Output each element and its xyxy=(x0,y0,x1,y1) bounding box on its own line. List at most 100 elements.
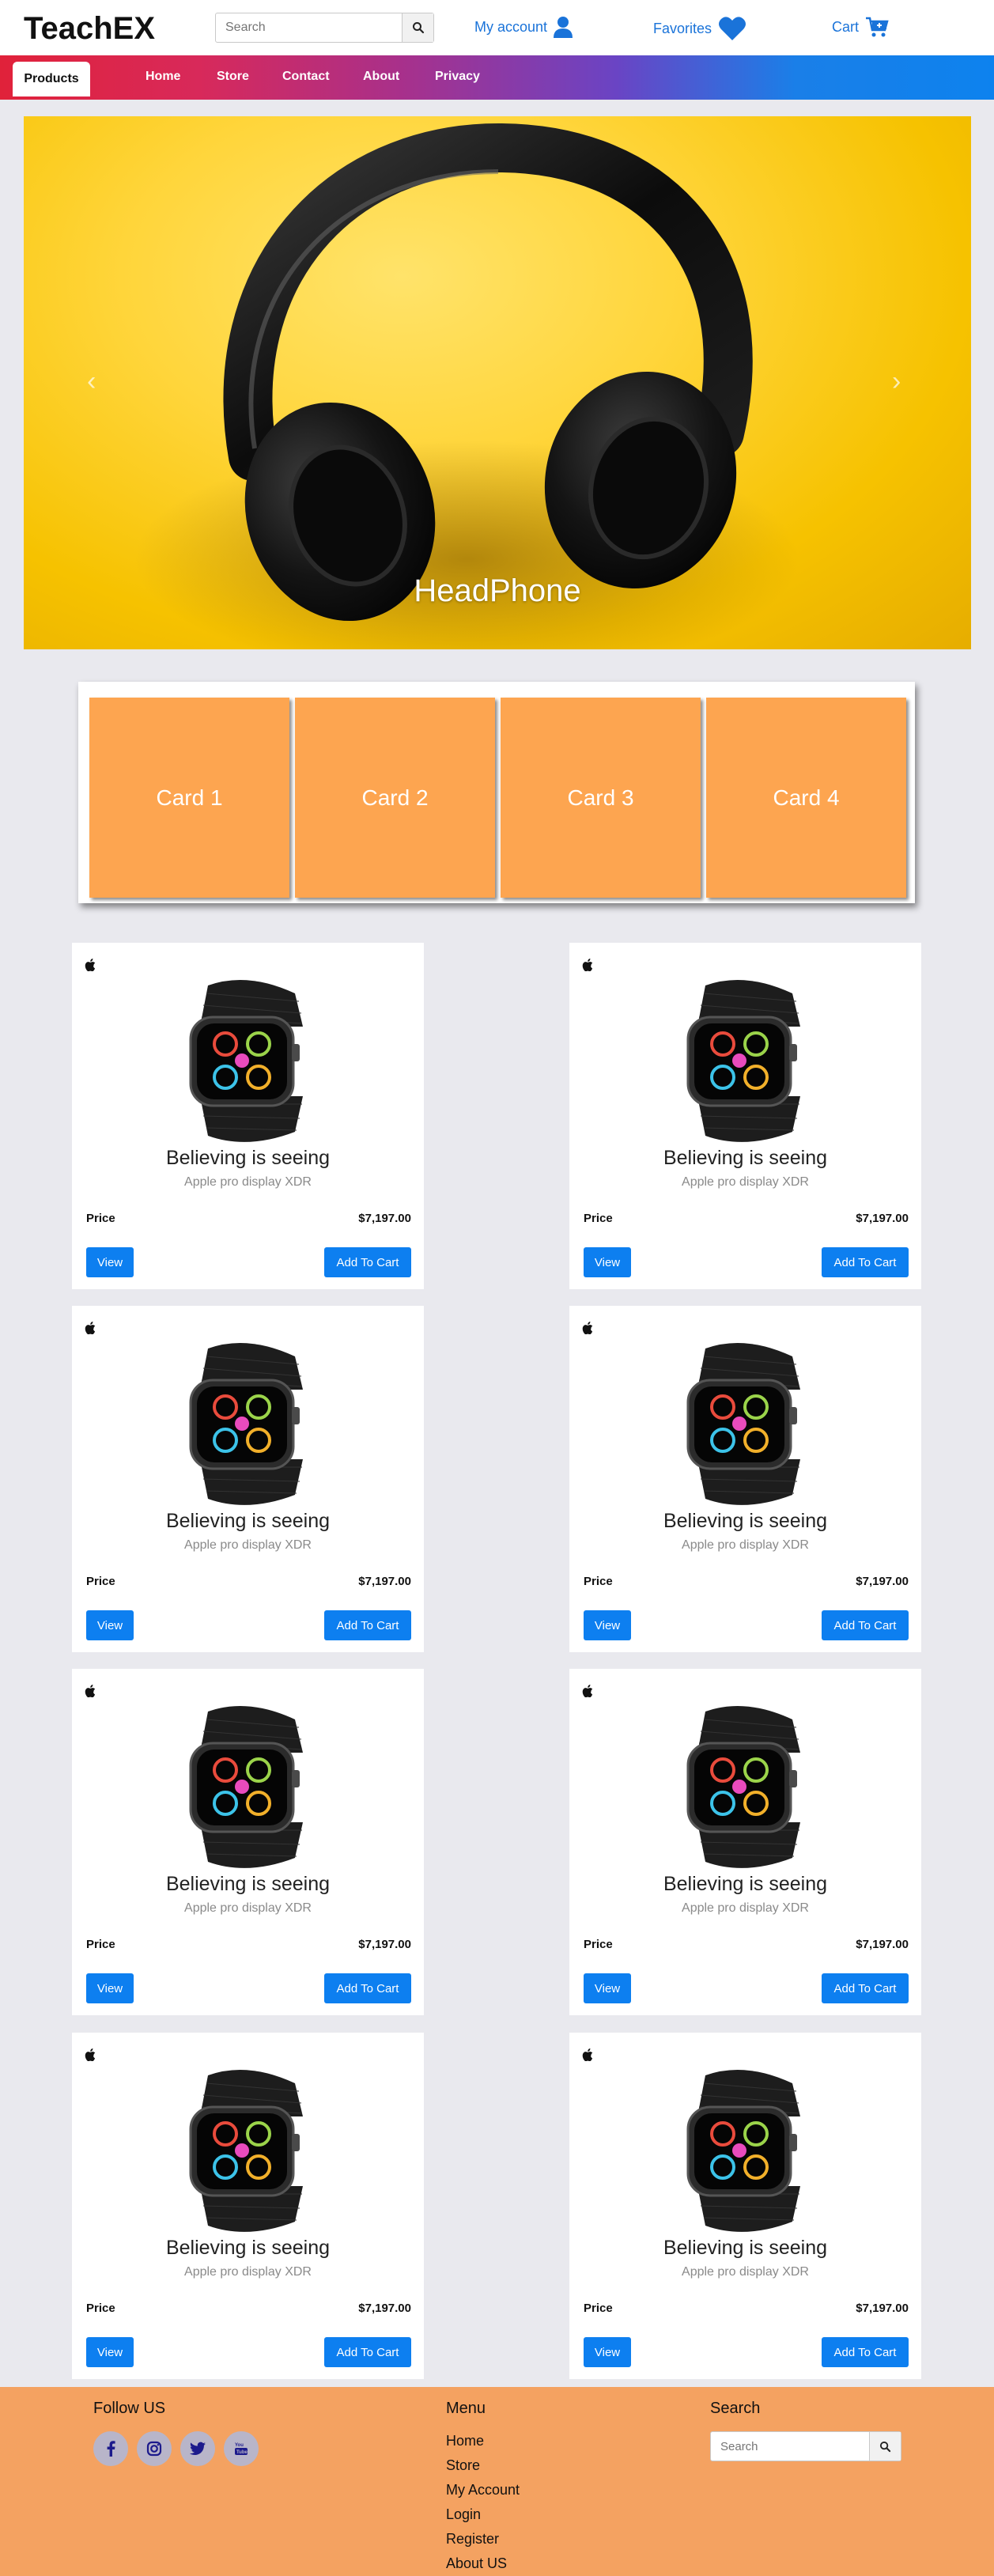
footer-link-home[interactable]: Home xyxy=(446,2433,520,2457)
carousel-prev-icon[interactable]: ‹ xyxy=(87,366,96,397)
follow-us-heading: Follow US xyxy=(93,2400,166,2417)
apple-logo-icon xyxy=(582,1685,593,1697)
view-button[interactable]: View xyxy=(86,1973,134,2003)
price-value: $7,197.00 xyxy=(358,2302,411,2315)
favorites-label: Favorites xyxy=(653,20,712,36)
add-to-cart-button[interactable]: Add To Cart xyxy=(822,1610,909,1640)
nav-item-about[interactable]: About xyxy=(363,70,399,84)
instagram-button[interactable] xyxy=(137,2431,172,2466)
add-to-cart-button[interactable]: Add To Cart xyxy=(324,1973,411,2003)
price-label: Price xyxy=(584,1575,613,1588)
product-card: Believing is seeing Apple pro display XD… xyxy=(72,943,424,1289)
view-button[interactable]: View xyxy=(584,2337,631,2367)
nav-item-home[interactable]: Home xyxy=(146,70,180,84)
footer-search-input[interactable] xyxy=(711,2432,869,2461)
favorites-link[interactable]: Favorites xyxy=(653,16,746,41)
youtube-button[interactable]: You Tube xyxy=(224,2431,259,2466)
product-subtitle: Apple pro display XDR xyxy=(682,1538,809,1552)
add-to-cart-button[interactable]: Add To Cart xyxy=(324,2337,411,2367)
carousel-next-icon[interactable]: › xyxy=(892,366,901,397)
my-account-link[interactable]: My account xyxy=(474,16,573,38)
card-4[interactable]: Card 4 xyxy=(706,698,906,898)
price-label: Price xyxy=(584,1938,613,1951)
product-subtitle: Apple pro display XDR xyxy=(682,2265,809,2279)
add-to-cart-button[interactable]: Add To Cart xyxy=(822,1247,909,1277)
twitter-button[interactable] xyxy=(180,2431,215,2466)
product-title: Believing is seeing xyxy=(663,1510,828,1532)
footer-search-button[interactable] xyxy=(869,2432,901,2461)
add-to-cart-button[interactable]: Add To Cart xyxy=(822,2337,909,2367)
product-subtitle: Apple pro display XDR xyxy=(184,2265,312,2279)
product-card: Believing is seeing Apple pro display XD… xyxy=(569,1669,921,2015)
price-value: $7,197.00 xyxy=(856,1575,909,1588)
product-card: Believing is seeing Apple pro display XD… xyxy=(72,1306,424,1652)
product-title: Believing is seeing xyxy=(165,1873,331,1895)
footer-link-register[interactable]: Register xyxy=(446,2531,520,2555)
hero-carousel: ‹ › HeadPhone xyxy=(24,116,971,649)
nav-item-store[interactable]: Store xyxy=(217,70,249,84)
view-button[interactable]: View xyxy=(584,1247,631,1277)
footer-link-about-us[interactable]: About US xyxy=(446,2555,520,2576)
watch-image xyxy=(189,979,303,1142)
view-button[interactable]: View xyxy=(86,2337,134,2367)
product-title: Believing is seeing xyxy=(165,1510,331,1532)
instagram-icon xyxy=(146,2441,162,2457)
footer-search xyxy=(710,2431,901,2461)
price-value: $7,197.00 xyxy=(358,1575,411,1588)
apple-logo-icon xyxy=(85,959,96,971)
facebook-button[interactable] xyxy=(93,2431,128,2466)
watch-image xyxy=(686,979,800,1142)
product-card: Believing is seeing Apple pro display XD… xyxy=(569,2033,921,2379)
apple-logo-icon xyxy=(85,1685,96,1697)
card-3[interactable]: Card 3 xyxy=(501,698,701,898)
search-input[interactable] xyxy=(216,13,402,42)
price-label: Price xyxy=(86,1938,115,1951)
product-title: Believing is seeing xyxy=(165,1147,331,1169)
add-to-cart-button[interactable]: Add To Cart xyxy=(324,1247,411,1277)
footer-menu: Home Store My Account Login Register Abo… xyxy=(446,2433,520,2576)
brand-logo[interactable]: TeachEX xyxy=(24,11,155,47)
footer-link-store[interactable]: Store xyxy=(446,2457,520,2482)
price-label: Price xyxy=(86,1575,115,1588)
user-icon xyxy=(554,17,573,38)
cart-label: Cart xyxy=(832,18,860,35)
menu-heading: Menu xyxy=(446,2400,486,2417)
site-footer: Follow US You Tube Menu Home Store My Acc… xyxy=(0,2387,994,2576)
product-subtitle: Apple pro display XDR xyxy=(184,1175,312,1189)
apple-logo-icon xyxy=(582,1322,593,1334)
nav-tab-products[interactable]: Products xyxy=(13,62,90,96)
main-navbar: Products Home Store Contact About Privac… xyxy=(0,55,994,100)
heart-icon xyxy=(719,17,746,40)
search-button[interactable] xyxy=(402,13,433,42)
price-label: Price xyxy=(86,2302,115,2315)
nav-item-contact[interactable]: Contact xyxy=(282,70,330,84)
header-search xyxy=(215,13,434,43)
watch-image xyxy=(686,1342,800,1505)
cart-link[interactable]: Cart xyxy=(832,16,889,38)
product-subtitle: Apple pro display XDR xyxy=(682,1901,809,1915)
add-to-cart-button[interactable]: Add To Cart xyxy=(324,1610,411,1640)
price-value: $7,197.00 xyxy=(856,1212,909,1225)
view-button[interactable]: View xyxy=(86,1610,134,1640)
price-value: $7,197.00 xyxy=(856,2302,909,2315)
price-label: Price xyxy=(584,2302,613,2315)
card-1[interactable]: Card 1 xyxy=(89,698,289,898)
watch-image xyxy=(189,1705,303,1868)
price-value: $7,197.00 xyxy=(358,1938,411,1951)
my-account-label: My account xyxy=(474,18,548,35)
view-button[interactable]: View xyxy=(86,1247,134,1277)
search-icon xyxy=(879,2441,891,2452)
view-button[interactable]: View xyxy=(584,1973,631,2003)
nav-item-privacy[interactable]: Privacy xyxy=(435,70,480,84)
footer-link-my-account[interactable]: My Account xyxy=(446,2482,520,2506)
price-value: $7,197.00 xyxy=(358,1212,411,1225)
product-card: Believing is seeing Apple pro display XD… xyxy=(569,943,921,1289)
view-button[interactable]: View xyxy=(584,1610,631,1640)
card-container: Card 1 Card 2 Card 3 Card 4 xyxy=(78,682,915,903)
hero-caption: HeadPhone xyxy=(414,573,581,608)
headphone-image xyxy=(134,123,799,649)
card-2[interactable]: Card 2 xyxy=(295,698,495,898)
footer-link-login[interactable]: Login xyxy=(446,2506,520,2531)
svg-text:You: You xyxy=(235,2443,244,2448)
add-to-cart-button[interactable]: Add To Cart xyxy=(822,1973,909,2003)
